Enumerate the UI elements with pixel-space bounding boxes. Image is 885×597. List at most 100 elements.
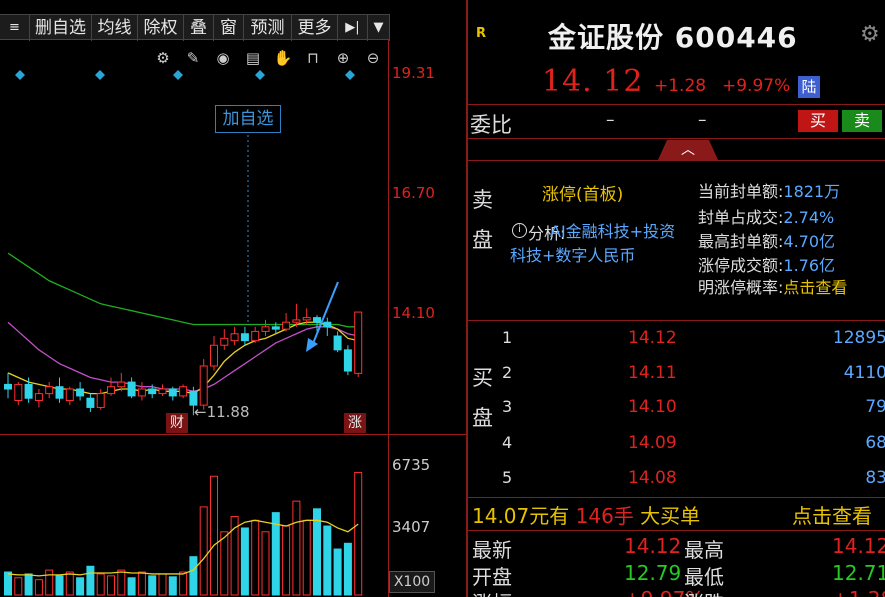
bid-price: 14.11 — [628, 363, 677, 383]
limit-up-badge[interactable]: 涨 — [344, 413, 366, 433]
add-watchlist-button[interactable]: 加自选 — [215, 105, 281, 133]
candle-body — [210, 344, 218, 367]
volume-unit[interactable]: X100 — [389, 571, 435, 593]
candle-body — [333, 335, 342, 351]
finance-badge[interactable]: 财 — [166, 413, 188, 433]
margin-badge: R — [476, 26, 487, 41]
candle-body — [323, 321, 332, 328]
price-change-percent: +9.97% — [722, 76, 791, 96]
stat-value: 1821万 — [783, 182, 841, 201]
divider — [468, 530, 885, 531]
chevron-down-icon[interactable]: ▼ — [368, 15, 390, 41]
bid-volume: 4110 — [843, 363, 885, 383]
quote-panel: R 金证股份 600446 ⚙ 14. 12 +1.28 +9.97% 陆 委比… — [466, 0, 885, 597]
divider — [468, 104, 885, 105]
quote-label: 最新 — [472, 538, 512, 562]
candle-body — [34, 393, 43, 402]
bid-row[interactable]: 1 14.12 12895 — [498, 322, 885, 356]
candle-body — [343, 349, 352, 372]
volume-bar — [168, 576, 177, 596]
quote-label: 涨幅 — [472, 587, 512, 597]
window-button[interactable]: 窗 — [214, 15, 244, 41]
candle-body — [302, 317, 311, 321]
buy-panel-label: 买盘 — [472, 366, 493, 430]
big-order-notice: 14.07元有 146手 大买单 — [472, 500, 700, 529]
stat-row: 明涨停概率:点击查看 — [698, 274, 847, 298]
volume-bar — [45, 569, 54, 596]
volume-bar — [65, 571, 74, 596]
quote-label: 涨跌 — [684, 587, 724, 597]
volume-bar — [261, 531, 270, 596]
bid-level: 4 — [502, 433, 513, 452]
bid-row[interactable]: 4 14.09 68 — [498, 427, 885, 461]
candle-body — [137, 388, 146, 397]
buy-button[interactable]: 买 — [798, 110, 838, 132]
bid-price: 14.12 — [628, 328, 677, 348]
ma-button[interactable]: 均线 — [92, 15, 138, 41]
bid-level: 5 — [502, 468, 513, 487]
volume-bar — [302, 519, 311, 596]
event-marker-icon — [15, 70, 25, 80]
chart-toolbar: ≡ 删自选 均线 除权 叠 窗 预测 更多 ▶| ▼ — [0, 14, 390, 41]
chart-divider — [0, 434, 466, 435]
stat-row: 涨停成交额:1.76亿 — [698, 252, 835, 276]
volume-bar — [76, 577, 85, 596]
quote-row: 开盘 12.79 最低 12.71 — [472, 561, 885, 589]
bid-row[interactable]: 3 14.10 79 — [498, 391, 885, 425]
weibi-label: 委比 — [470, 113, 512, 137]
quote-header: R 金证股份 600446 ⚙ 14. 12 +1.28 +9.97% 陆 — [468, 14, 885, 104]
big-order-link[interactable]: 点击查看 — [792, 500, 872, 529]
price-tick: 16.70 — [392, 184, 435, 202]
volume-bar — [220, 531, 229, 596]
quote-label: 最低 — [684, 565, 724, 589]
predict-button[interactable]: 预测 — [244, 15, 292, 41]
probability-link[interactable]: 点击查看 — [783, 278, 847, 297]
bid-level: 2 — [502, 363, 513, 382]
next-icon[interactable]: ▶| — [338, 15, 368, 41]
divider — [468, 320, 885, 321]
candle-body — [4, 383, 12, 390]
candle-body — [261, 326, 270, 332]
volume-tick: 3407 — [392, 518, 431, 536]
candle-body — [179, 386, 188, 397]
candle-body — [76, 388, 85, 397]
candle-body — [313, 317, 321, 323]
volume-bar — [210, 475, 218, 596]
volume-bar — [96, 573, 105, 596]
candle-body — [158, 388, 167, 395]
overlay-button[interactable]: 叠 — [184, 15, 214, 41]
analysis-text[interactable]: AI金融科技+投资科技+数字人民币 — [510, 220, 685, 268]
volume-bar — [107, 575, 115, 596]
candle-body — [14, 383, 23, 402]
remove-watchlist-button[interactable]: 删自选 — [30, 15, 92, 41]
big-order-text: 元有 — [529, 504, 570, 528]
quote-value: 14.12 — [832, 534, 885, 558]
weibi-value: – — [606, 110, 615, 130]
bid-row[interactable]: 2 14.11 4110 — [498, 357, 885, 391]
volume-bar — [34, 579, 43, 596]
volume-tick: 6735 — [392, 456, 431, 474]
candle-body — [220, 337, 229, 346]
gear-icon[interactable]: ⚙ — [860, 22, 880, 47]
bid-level: 1 — [502, 328, 513, 347]
quote-row: 最新 14.12 最高 14.12 — [472, 534, 885, 562]
collapse-icon[interactable]: ︿ — [658, 140, 718, 160]
candle-body — [127, 381, 136, 397]
menu-icon[interactable]: ≡ — [0, 15, 30, 41]
sell-button[interactable]: 卖 — [842, 110, 882, 132]
candle-body — [354, 311, 363, 374]
ma-long-line — [7, 252, 359, 328]
kline-chart[interactable] — [0, 40, 388, 597]
ex-rights-button[interactable]: 除权 — [138, 15, 184, 41]
arrow-icon — [306, 338, 318, 352]
candle-body — [55, 386, 64, 399]
candle-body — [230, 333, 239, 342]
more-button[interactable]: 更多 — [292, 15, 338, 41]
ma-short-line — [7, 321, 359, 395]
candle-body — [117, 381, 126, 388]
quote-value: 14.12 — [624, 534, 682, 558]
candle-body — [199, 365, 208, 406]
candle-body — [251, 330, 260, 342]
divider — [468, 497, 885, 498]
bid-row[interactable]: 5 14.08 83 — [498, 462, 885, 496]
